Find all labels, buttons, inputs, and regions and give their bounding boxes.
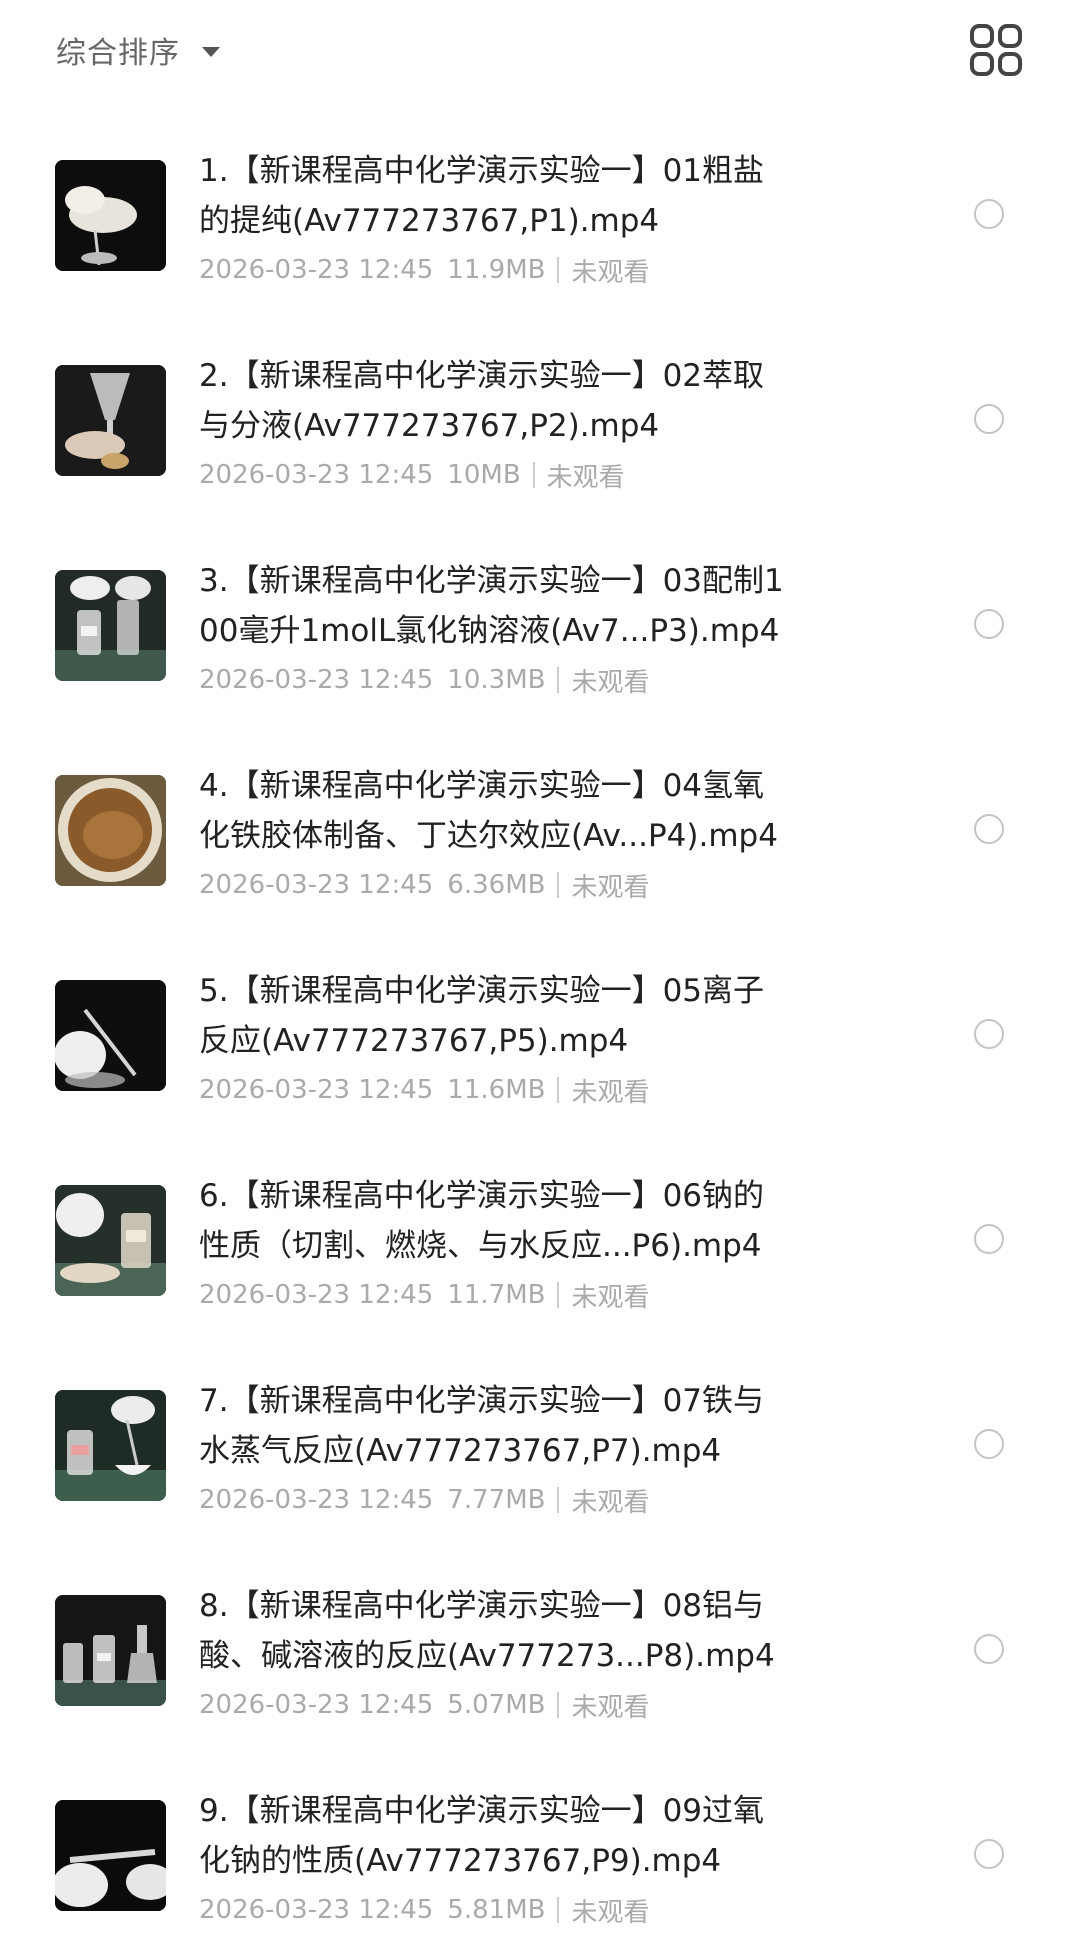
video-title: 5.【新课程高中化学演示实验一】05离子 反应(Av777273767,P5).… xyxy=(199,973,765,1059)
video-title: 3.【新课程高中化学演示实验一】03配制1 00毫升1molL氯化钠溶液(Av7… xyxy=(199,563,784,649)
video-list-item[interactable]: 9.【新课程高中化学演示实验一】09过氧 化钠的性质(Av777273767,P… xyxy=(0,1750,1080,1955)
video-list-item[interactable]: 3.【新课程高中化学演示实验一】03配制1 00毫升1molL氯化钠溶液(Av7… xyxy=(0,520,1080,725)
sort-label: 综合排序 xyxy=(56,36,180,71)
video-date: 2026-03-23 12:45 xyxy=(199,870,434,900)
video-size: 10MB xyxy=(447,460,521,490)
video-list-item[interactable]: 7.【新课程高中化学演示实验一】07铁与 水蒸气反应(Av777273767,P… xyxy=(0,1340,1080,1545)
video-size: 10.3MB xyxy=(447,665,546,695)
meta-divider xyxy=(557,1282,560,1308)
meta-divider xyxy=(557,1077,560,1103)
video-date: 2026-03-23 12:45 xyxy=(199,665,434,695)
video-date: 2026-03-23 12:45 xyxy=(199,1075,434,1105)
select-radio-button[interactable] xyxy=(974,609,1004,639)
video-thumbnail xyxy=(55,1595,166,1706)
video-meta: 2026-03-23 12:45 5.81MB 未观看 xyxy=(199,1890,649,1930)
meta-divider xyxy=(557,872,560,898)
video-title: 1.【新课程高中化学演示实验一】01粗盐 的提纯(Av777273767,P1)… xyxy=(199,153,765,239)
video-title: 7.【新课程高中化学演示实验一】07铁与 水蒸气反应(Av777273767,P… xyxy=(199,1383,765,1469)
video-size: 11.9MB xyxy=(447,255,546,285)
watch-status: 未观看 xyxy=(571,1692,650,1723)
watch-status: 未观看 xyxy=(571,1282,650,1313)
list-header: 综合排序 xyxy=(0,0,1080,100)
select-radio-button[interactable] xyxy=(974,1429,1004,1459)
video-thumbnail xyxy=(55,980,166,1091)
meta-divider xyxy=(557,1487,560,1513)
video-title: 6.【新课程高中化学演示实验一】06钠的 性质（切割、燃烧、与水反应...P6)… xyxy=(199,1178,765,1264)
select-radio-button[interactable] xyxy=(974,404,1004,434)
watch-status: 未观看 xyxy=(571,872,650,903)
watch-status: 未观看 xyxy=(571,1077,650,1108)
video-size: 11.6MB xyxy=(447,1075,546,1105)
video-size: 5.07MB xyxy=(447,1690,546,1720)
watch-status: 未观看 xyxy=(571,257,650,288)
sort-dropdown-button[interactable]: 综合排序 xyxy=(56,22,220,78)
video-size: 5.81MB xyxy=(447,1895,546,1925)
video-date: 2026-03-23 12:45 xyxy=(199,460,434,490)
video-thumbnail xyxy=(55,1390,166,1501)
video-meta: 2026-03-23 12:45 10.3MB 未观看 xyxy=(199,660,649,700)
meta-divider xyxy=(557,667,560,693)
video-thumbnail xyxy=(55,570,166,681)
video-thumbnail xyxy=(55,1185,166,1296)
select-radio-button[interactable] xyxy=(974,1224,1004,1254)
video-size: 7.77MB xyxy=(447,1485,546,1515)
caret-down-icon xyxy=(202,47,220,57)
grid-view-icon xyxy=(970,24,1022,76)
video-meta: 2026-03-23 12:45 5.07MB 未观看 xyxy=(199,1685,649,1725)
watch-status: 未观看 xyxy=(571,1897,650,1928)
select-radio-button[interactable] xyxy=(974,814,1004,844)
video-meta: 2026-03-23 12:45 7.77MB 未观看 xyxy=(199,1480,649,1520)
video-title: 9.【新课程高中化学演示实验一】09过氧 化钠的性质(Av777273767,P… xyxy=(199,1793,765,1879)
watch-status: 未观看 xyxy=(546,462,625,493)
meta-divider xyxy=(532,462,535,488)
video-title: 2.【新课程高中化学演示实验一】02萃取 与分液(Av777273767,P2)… xyxy=(199,358,765,444)
video-date: 2026-03-23 12:45 xyxy=(199,1690,434,1720)
video-list: 1.【新课程高中化学演示实验一】01粗盐 的提纯(Av777273767,P1)… xyxy=(0,110,1080,1955)
video-thumbnail xyxy=(55,365,166,476)
video-date: 2026-03-23 12:45 xyxy=(199,255,434,285)
video-date: 2026-03-23 12:45 xyxy=(199,1280,434,1310)
meta-divider xyxy=(557,257,560,283)
meta-divider xyxy=(557,1897,560,1923)
video-list-item[interactable]: 2.【新课程高中化学演示实验一】02萃取 与分液(Av777273767,P2)… xyxy=(0,315,1080,520)
select-radio-button[interactable] xyxy=(974,1839,1004,1869)
video-list-item[interactable]: 8.【新课程高中化学演示实验一】08铝与 酸、碱溶液的反应(Av777273..… xyxy=(0,1545,1080,1750)
video-meta: 2026-03-23 12:45 11.7MB 未观看 xyxy=(199,1275,649,1315)
video-date: 2026-03-23 12:45 xyxy=(199,1895,434,1925)
video-title: 4.【新课程高中化学演示实验一】04氢氧 化铁胶体制备、丁达尔效应(Av...P… xyxy=(199,768,778,854)
video-meta: 2026-03-23 12:45 6.36MB 未观看 xyxy=(199,865,649,905)
video-thumbnail xyxy=(55,160,166,271)
grid-view-button[interactable] xyxy=(968,22,1024,78)
video-date: 2026-03-23 12:45 xyxy=(199,1485,434,1515)
watch-status: 未观看 xyxy=(571,667,650,698)
video-meta: 2026-03-23 12:45 11.6MB 未观看 xyxy=(199,1070,649,1110)
select-radio-button[interactable] xyxy=(974,1634,1004,1664)
meta-divider xyxy=(557,1692,560,1718)
select-radio-button[interactable] xyxy=(974,199,1004,229)
video-size: 6.36MB xyxy=(447,870,546,900)
video-thumbnail xyxy=(55,1800,166,1911)
video-size: 11.7MB xyxy=(447,1280,546,1310)
video-title: 8.【新课程高中化学演示实验一】08铝与 酸、碱溶液的反应(Av777273..… xyxy=(199,1588,775,1674)
video-list-item[interactable]: 6.【新课程高中化学演示实验一】06钠的 性质（切割、燃烧、与水反应...P6)… xyxy=(0,1135,1080,1340)
video-list-item[interactable]: 4.【新课程高中化学演示实验一】04氢氧 化铁胶体制备、丁达尔效应(Av...P… xyxy=(0,725,1080,930)
video-meta: 2026-03-23 12:45 10MB 未观看 xyxy=(199,455,625,495)
select-radio-button[interactable] xyxy=(974,1019,1004,1049)
video-thumbnail xyxy=(55,775,166,886)
watch-status: 未观看 xyxy=(571,1487,650,1518)
video-list-item[interactable]: 1.【新课程高中化学演示实验一】01粗盐 的提纯(Av777273767,P1)… xyxy=(0,110,1080,315)
video-list-item[interactable]: 5.【新课程高中化学演示实验一】05离子 反应(Av777273767,P5).… xyxy=(0,930,1080,1135)
video-meta: 2026-03-23 12:45 11.9MB 未观看 xyxy=(199,250,649,290)
